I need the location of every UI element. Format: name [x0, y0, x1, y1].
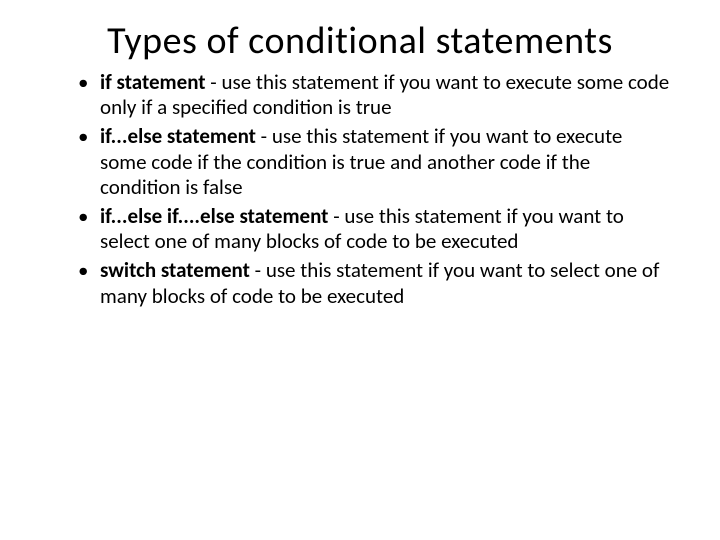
list-item: switch statement - use this statement if… [100, 258, 670, 308]
list-item: if statement - use this statement if you… [100, 70, 670, 120]
term: switch statement [100, 257, 250, 283]
list-item: if...else if....else statement - use thi… [100, 204, 670, 254]
term: if statement [100, 69, 206, 95]
term: if...else statement [100, 123, 256, 149]
term: if...else if....else statement [100, 203, 328, 229]
bullet-list: if statement - use this statement if you… [50, 70, 670, 309]
list-item: if...else statement - use this statement… [100, 124, 670, 200]
slide-title: Types of conditional statements [50, 18, 670, 64]
